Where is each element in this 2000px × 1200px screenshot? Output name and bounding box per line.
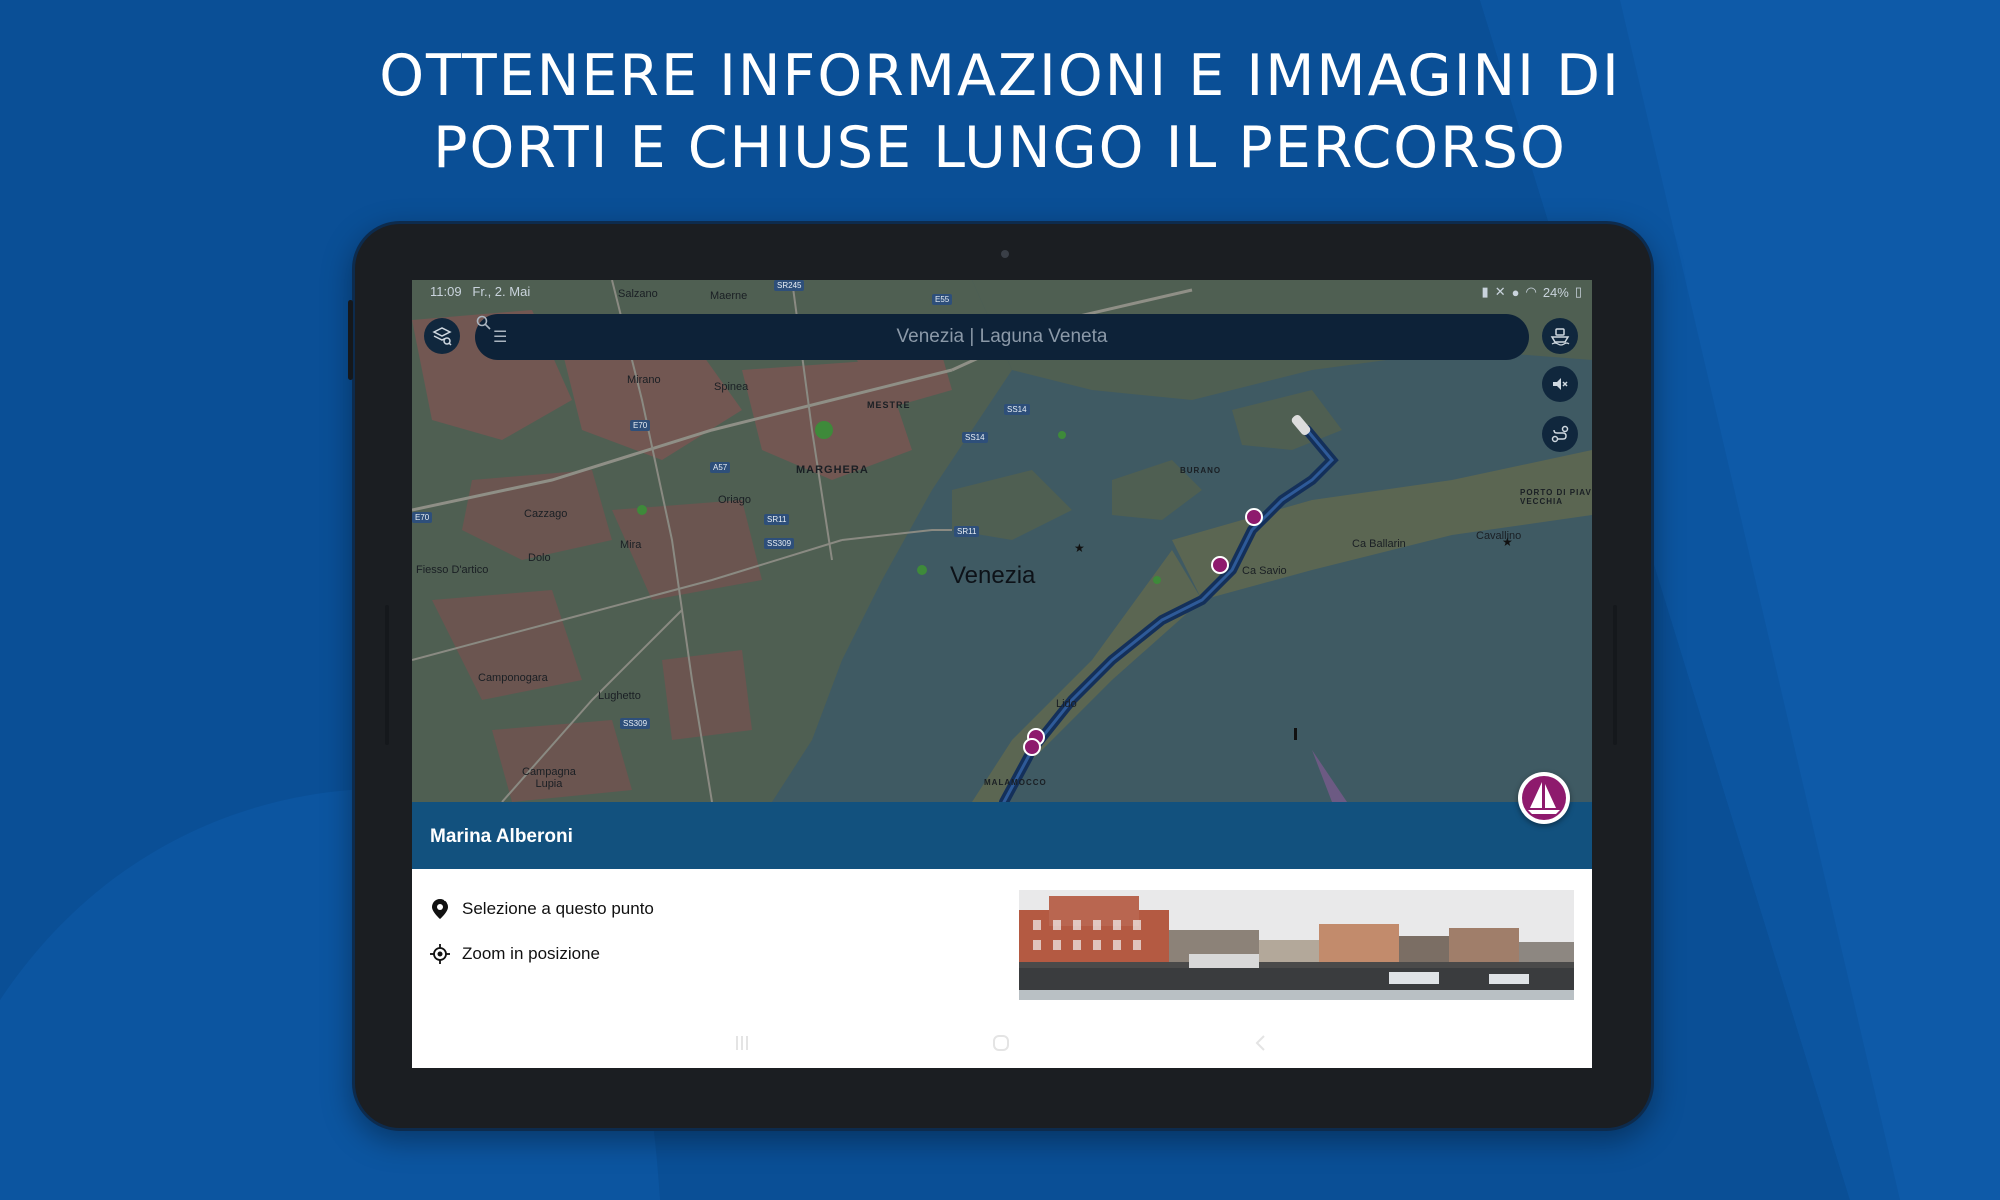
marina-badge[interactable]	[1518, 772, 1570, 824]
marina-icon	[1522, 776, 1566, 820]
map-label-ca-ballarin: Ca Ballarin	[1352, 538, 1406, 550]
status-icons: ▮ ✕ ● ◠ 24% ▯	[1482, 284, 1582, 300]
status-bar: 11:09 Fr., 2. Mai ▮ ✕ ● ◠ 24% ▯	[412, 280, 1592, 304]
zoom-position-action[interactable]: Zoom in posizione	[430, 944, 600, 964]
map-label-camponogara: Camponogara	[478, 672, 548, 684]
map-label-lughetto: Lughetto	[598, 690, 641, 702]
map-label-mestre: MESTRE	[867, 400, 911, 410]
map-label-salzano: Salzano	[618, 288, 658, 300]
svg-text:★: ★	[1074, 541, 1085, 555]
road-badge: SR11	[954, 526, 980, 537]
road-badge: A57	[710, 462, 731, 473]
headline-line-2: PORTI E CHIUSE LUNGO IL PERCORSO	[433, 115, 1567, 181]
battery-icon: ▯	[1574, 284, 1582, 299]
select-point-action[interactable]: Selezione a questo punto	[430, 898, 654, 920]
map-label-ca-savio: Ca Savio	[1242, 565, 1287, 577]
map-label-marghera: MARGHERA	[796, 464, 869, 476]
mute-icon	[1553, 378, 1568, 390]
road-badge: E55	[932, 294, 953, 305]
pin-select-icon	[432, 899, 449, 919]
map-view[interactable]: ★ ★ 11:09 Fr., 2. Mai ▮ ✕ ● ◠ 24% ▯ Vene…	[412, 280, 1592, 802]
map-label-porto-piave: PORTO DI PIAVE VECCHIA	[1520, 488, 1592, 506]
map-label-venezia: Venezia	[950, 562, 1036, 589]
layers-search-icon	[432, 327, 452, 346]
map-label-mira: Mira	[620, 539, 642, 551]
tablet-side-button-left	[385, 605, 389, 745]
marina-photo	[1019, 890, 1574, 1000]
map-label-mirano: Mirano	[627, 374, 661, 386]
map-label-cazzago: Cazzago	[524, 508, 568, 520]
map-label-spinea: Spinea	[714, 381, 749, 393]
route-icon	[1551, 425, 1569, 443]
android-nav-bar	[412, 1020, 1592, 1066]
map-label-malamocco: MALAMOCCO	[984, 778, 1047, 787]
camera-icon	[1001, 250, 1009, 258]
road-badge: SS14	[962, 432, 988, 443]
tablet-side-button-right	[1613, 605, 1617, 745]
crosshair-icon	[430, 944, 450, 964]
layers-search-button[interactable]	[424, 318, 460, 354]
zoom-position-label: Zoom in posizione	[462, 944, 600, 963]
road-badge: E70	[412, 512, 433, 523]
battery-text: 24%	[1542, 284, 1569, 300]
map-label-oriago: Oriago	[718, 494, 752, 506]
road-badge: SR245	[774, 280, 805, 291]
map-label-burano: BURANO	[1180, 466, 1222, 475]
map-label-maerne: Maerne	[710, 290, 748, 302]
mute-button[interactable]	[1542, 366, 1578, 402]
map-label-campagna-lupia: Campagna Lupia	[522, 766, 576, 790]
app-screen: ★ ★ 11:09 Fr., 2. Mai ▮ ✕ ● ◠ 24% ▯ Vene…	[412, 280, 1592, 1068]
select-point-label: Selezione a questo punto	[462, 899, 654, 918]
road-badge: E70	[630, 420, 651, 431]
search-icon[interactable]	[475, 314, 493, 332]
location-icon: ●	[1511, 284, 1520, 300]
lock-icon: ▮	[1481, 284, 1489, 299]
ferry-button[interactable]	[1542, 318, 1578, 354]
route-button[interactable]	[1542, 416, 1578, 452]
info-panel-header: Marina Alberoni	[412, 802, 1592, 869]
info-panel-title: Marina Alberoni	[430, 826, 573, 847]
mute-status-icon: ✕	[1494, 284, 1506, 299]
map-label-dolo: Dolo	[528, 552, 551, 564]
wifi-icon: ◠	[1525, 284, 1537, 299]
status-time: 11:09 Fr., 2. Mai	[430, 284, 531, 299]
headline-line-1: OTTENERE INFORMAZIONI E IMMAGINI DI	[379, 43, 1621, 109]
road-badge: SS14	[1004, 404, 1030, 415]
road-badge: SS309	[620, 718, 651, 729]
headline: OTTENERE INFORMAZIONI E IMMAGINI DI PORT…	[0, 40, 2000, 184]
map-label-fiesso: Fiesso D'artico	[416, 564, 489, 576]
road-badge: SR11	[764, 514, 790, 525]
search-text: Venezia | Laguna Veneta	[896, 326, 1108, 347]
map-label-lido: Lido	[1056, 698, 1077, 710]
ferry-icon	[1550, 328, 1570, 346]
road-badge: SS309	[764, 538, 795, 549]
search-bar[interactable]: ☰ Venezia | Laguna Veneta	[475, 314, 1529, 360]
map-label-cavallino: Cavallino	[1476, 530, 1522, 542]
tablet-volume-button	[348, 300, 353, 380]
